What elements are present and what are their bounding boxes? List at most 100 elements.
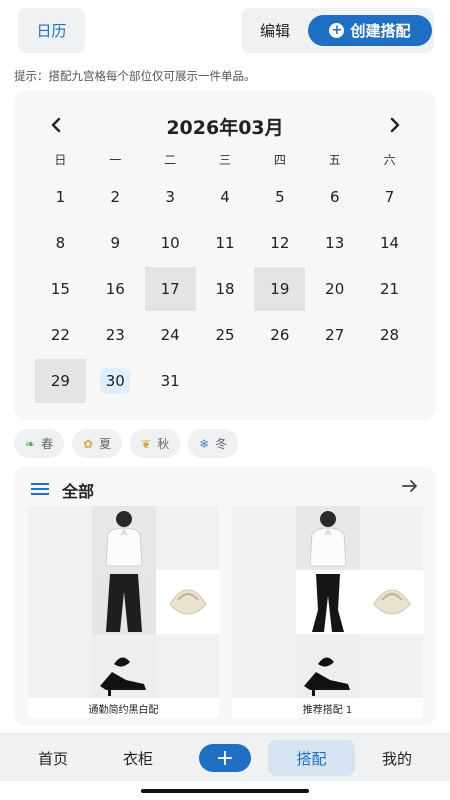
outfit-card[interactable]: 推荐搭配 1 xyxy=(232,506,424,718)
weekday-label: 五 xyxy=(328,153,341,167)
nav-outfit[interactable]: 搭配 xyxy=(268,740,355,776)
weekday-label: 三 xyxy=(218,153,231,167)
calendar-day[interactable]: 28 xyxy=(364,313,415,357)
calendar-day[interactable]: 17 xyxy=(144,267,196,311)
header-actions: 编辑 + 创建搭配 xyxy=(241,8,434,53)
day-number: 11 xyxy=(215,234,235,252)
empty-slot xyxy=(360,634,424,698)
season-filter[interactable]: ✿ 夏 xyxy=(72,429,123,458)
calendar-day[interactable]: 13 xyxy=(309,221,360,265)
day-number: 3 xyxy=(165,188,175,206)
day-number: 15 xyxy=(50,280,70,298)
calendar-day[interactable]: 25 xyxy=(200,313,251,357)
day-number: 22 xyxy=(50,326,70,344)
calendar-day[interactable]: 11 xyxy=(200,221,251,265)
nav-me[interactable]: 我的 xyxy=(372,734,422,782)
month-title: 2026年03月 xyxy=(166,117,284,139)
day-number: 1 xyxy=(55,188,66,206)
day-number: 8 xyxy=(55,234,66,252)
day-number: 13 xyxy=(325,234,345,252)
calendar-button[interactable]: 日历 xyxy=(18,8,85,53)
day-number: 6 xyxy=(329,188,340,206)
calendar-day[interactable]: 2 xyxy=(90,175,141,219)
calendar-day[interactable]: 1 xyxy=(35,175,86,219)
nav-closet[interactable]: 衣柜 xyxy=(113,734,163,782)
arrow-right-icon[interactable] xyxy=(400,476,420,501)
calendar-day[interactable]: 24 xyxy=(145,313,196,357)
calendar-day[interactable]: 21 xyxy=(364,267,415,311)
day-grid: 1 2 3 4 5 6 7 8 9 10 11 12 13 14 15 16 17 18 19 20 21 22 23 24 2… xyxy=(33,175,417,405)
create-outfit-button[interactable]: + 创建搭配 xyxy=(308,15,432,46)
weekday-label: 日 xyxy=(54,153,67,167)
bottom-nav: 首页 衣柜 + 搭配 我的 xyxy=(0,733,450,781)
tip-text: 提示：搭配九宫格每个部位仅可展示一件单品。 xyxy=(14,69,256,83)
calendar-day[interactable]: 19 xyxy=(254,267,306,311)
day-number: 5 xyxy=(275,188,285,206)
autumn-leaf-icon: ❦ xyxy=(141,436,152,451)
calendar-day[interactable]: 9 xyxy=(90,221,141,265)
weekday-header: 日一二三四五六 xyxy=(33,151,417,168)
calendar-day[interactable]: 26 xyxy=(254,313,305,357)
calendar-day[interactable]: 29 xyxy=(35,359,86,403)
outfit-name: 通勤简约黑白配 xyxy=(88,705,159,716)
day-number: 16 xyxy=(105,280,125,298)
calendar-day[interactable]: 8 xyxy=(35,221,86,265)
calendar-day[interactable]: 4 xyxy=(200,175,251,219)
outfit-card[interactable]: 通勤简约黑白配 xyxy=(28,506,220,718)
panel-title: 全部 xyxy=(62,482,95,501)
calendar-day[interactable]: 12 xyxy=(254,221,305,265)
weekday-label: 四 xyxy=(273,153,286,167)
nav-add-button[interactable]: + xyxy=(199,744,251,772)
black-flare-pants-image xyxy=(296,570,360,634)
season-filter[interactable]: ❧ 春 xyxy=(14,429,65,458)
day-number: 18 xyxy=(215,280,235,298)
nav-home[interactable]: 首页 xyxy=(28,734,78,782)
season-label: 秋 xyxy=(157,437,170,451)
empty-slot xyxy=(232,570,296,634)
empty-slot xyxy=(28,570,92,634)
weekday-label: 一 xyxy=(109,153,122,167)
create-outfit-label: 创建搭配 xyxy=(350,22,411,40)
calendar-day[interactable]: 20 xyxy=(309,267,360,311)
white-shirt-image xyxy=(296,506,360,570)
empty-slot xyxy=(232,634,296,698)
calendar-day[interactable]: 7 xyxy=(364,175,415,219)
calendar-day[interactable]: 14 xyxy=(364,221,415,265)
day-number: 7 xyxy=(384,188,395,206)
day-number: 21 xyxy=(380,280,400,298)
day-number: 19 xyxy=(270,280,290,298)
edit-button[interactable]: 编辑 xyxy=(251,8,299,53)
day-number: 20 xyxy=(325,280,345,298)
calendar-day[interactable]: 5 xyxy=(254,175,305,219)
calendar-day[interactable]: 27 xyxy=(309,313,360,357)
season-filter[interactable]: ❦ 秋 xyxy=(130,429,181,458)
calendar-day[interactable]: 18 xyxy=(200,267,251,311)
calendar-day[interactable]: 15 xyxy=(35,267,86,311)
calendar-day[interactable]: 10 xyxy=(145,221,196,265)
black-heels-image xyxy=(92,634,156,698)
empty-slot xyxy=(360,506,424,570)
empty-slot xyxy=(232,506,296,570)
next-month-button[interactable] xyxy=(383,113,407,137)
season-filter[interactable]: ❄ 冬 xyxy=(188,429,239,458)
season-label: 春 xyxy=(41,437,54,451)
weekday-label: 六 xyxy=(383,153,396,167)
day-number: 28 xyxy=(380,326,400,344)
calendar: 2026年03月 日一二三四五六 1 2 3 4 5 6 7 8 9 10 11 12 13 14 15 16… xyxy=(14,91,436,420)
day-number: 2 xyxy=(110,188,121,206)
snowflake-icon: ❄ xyxy=(199,436,210,451)
calendar-day[interactable]: 3 xyxy=(145,175,196,219)
cream-bag-image xyxy=(360,570,424,634)
calendar-day[interactable]: 23 xyxy=(90,313,141,357)
day-number: 4 xyxy=(220,188,230,206)
calendar-day[interactable]: 16 xyxy=(90,267,141,311)
day-number: 23 xyxy=(105,326,125,344)
calendar-day[interactable]: 22 xyxy=(35,313,86,357)
list-icon xyxy=(31,482,49,496)
calendar-day[interactable]: 31 xyxy=(145,359,196,403)
sun-icon: ✿ xyxy=(83,436,94,451)
day-number: 25 xyxy=(215,326,235,344)
calendar-day[interactable]: 6 xyxy=(309,175,360,219)
day-number: 29 xyxy=(50,372,70,390)
calendar-day[interactable]: 30 xyxy=(90,359,141,403)
